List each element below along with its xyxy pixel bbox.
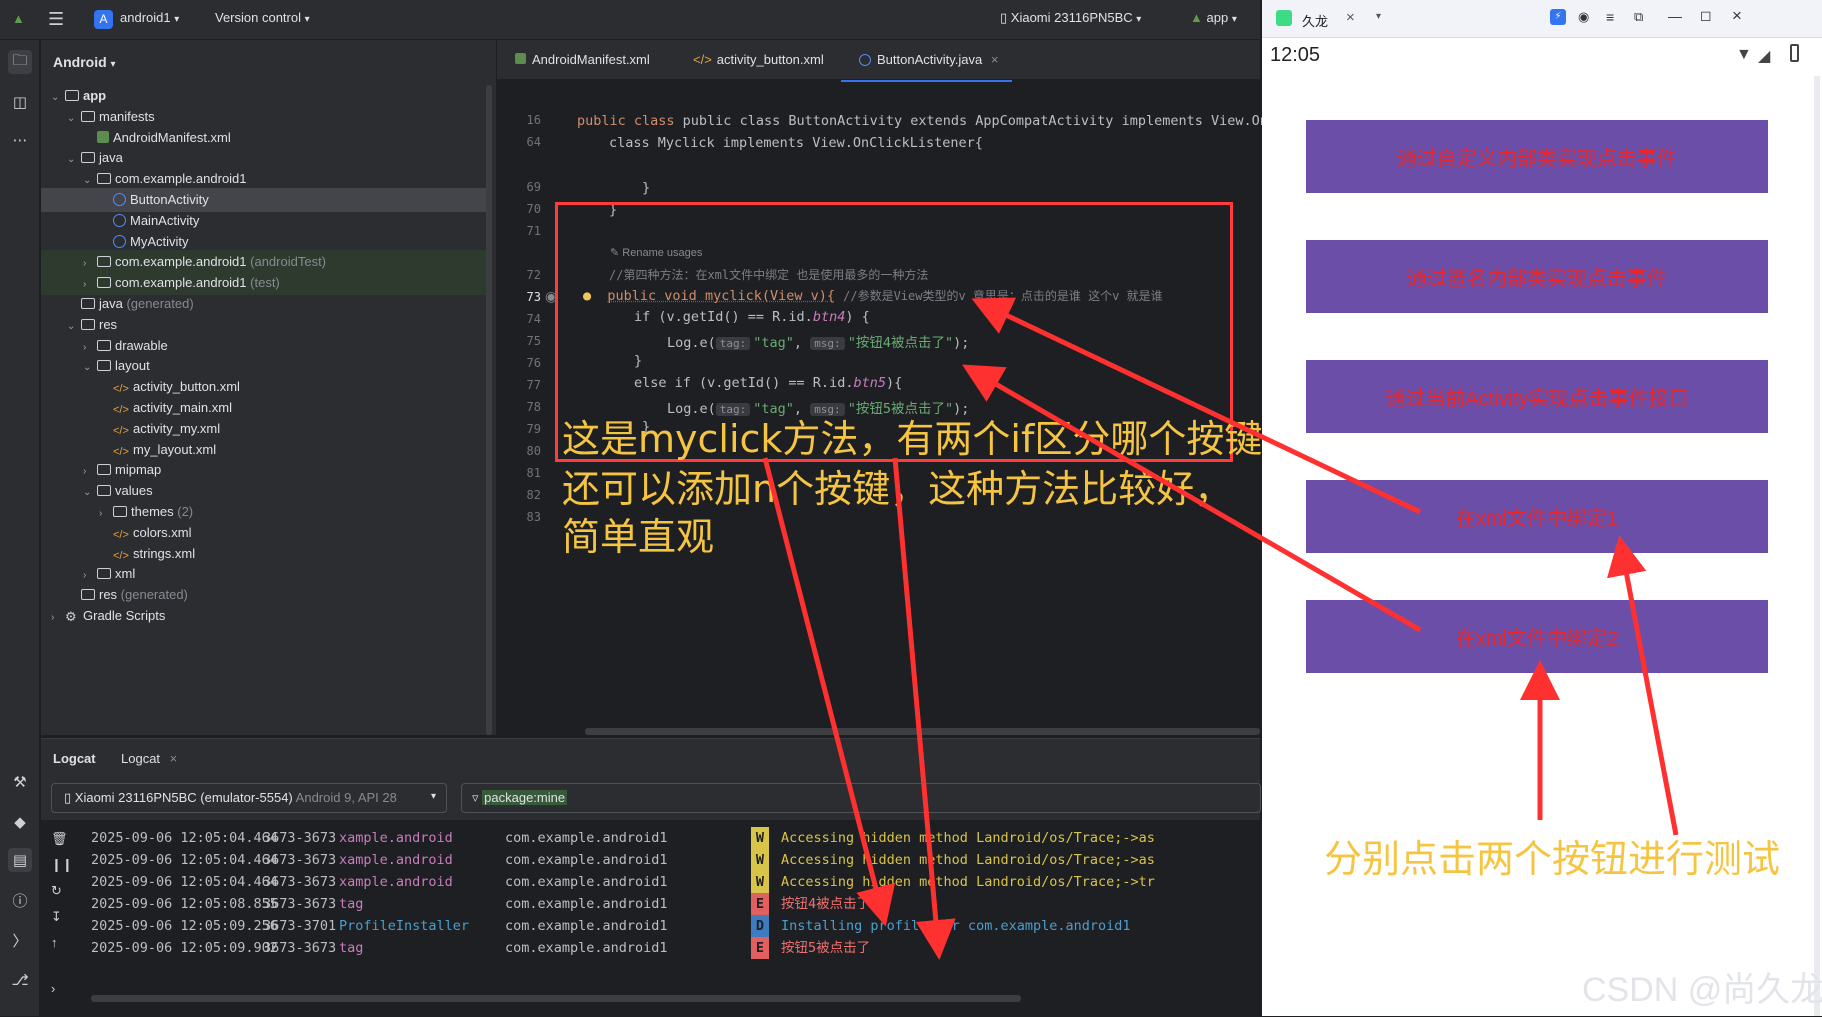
annotation-arrows xyxy=(762,297,1679,960)
arrow-test-to-btn1 xyxy=(1607,535,1679,836)
arrow-btn1-to-code xyxy=(971,297,1422,515)
csdn-watermark: CSDN @尚久龙 xyxy=(1582,971,1822,1009)
arrow-code-to-log-4 xyxy=(762,457,896,927)
arrow-btn2-to-code xyxy=(962,364,1422,633)
arrow-code-to-log-5 xyxy=(892,457,956,960)
